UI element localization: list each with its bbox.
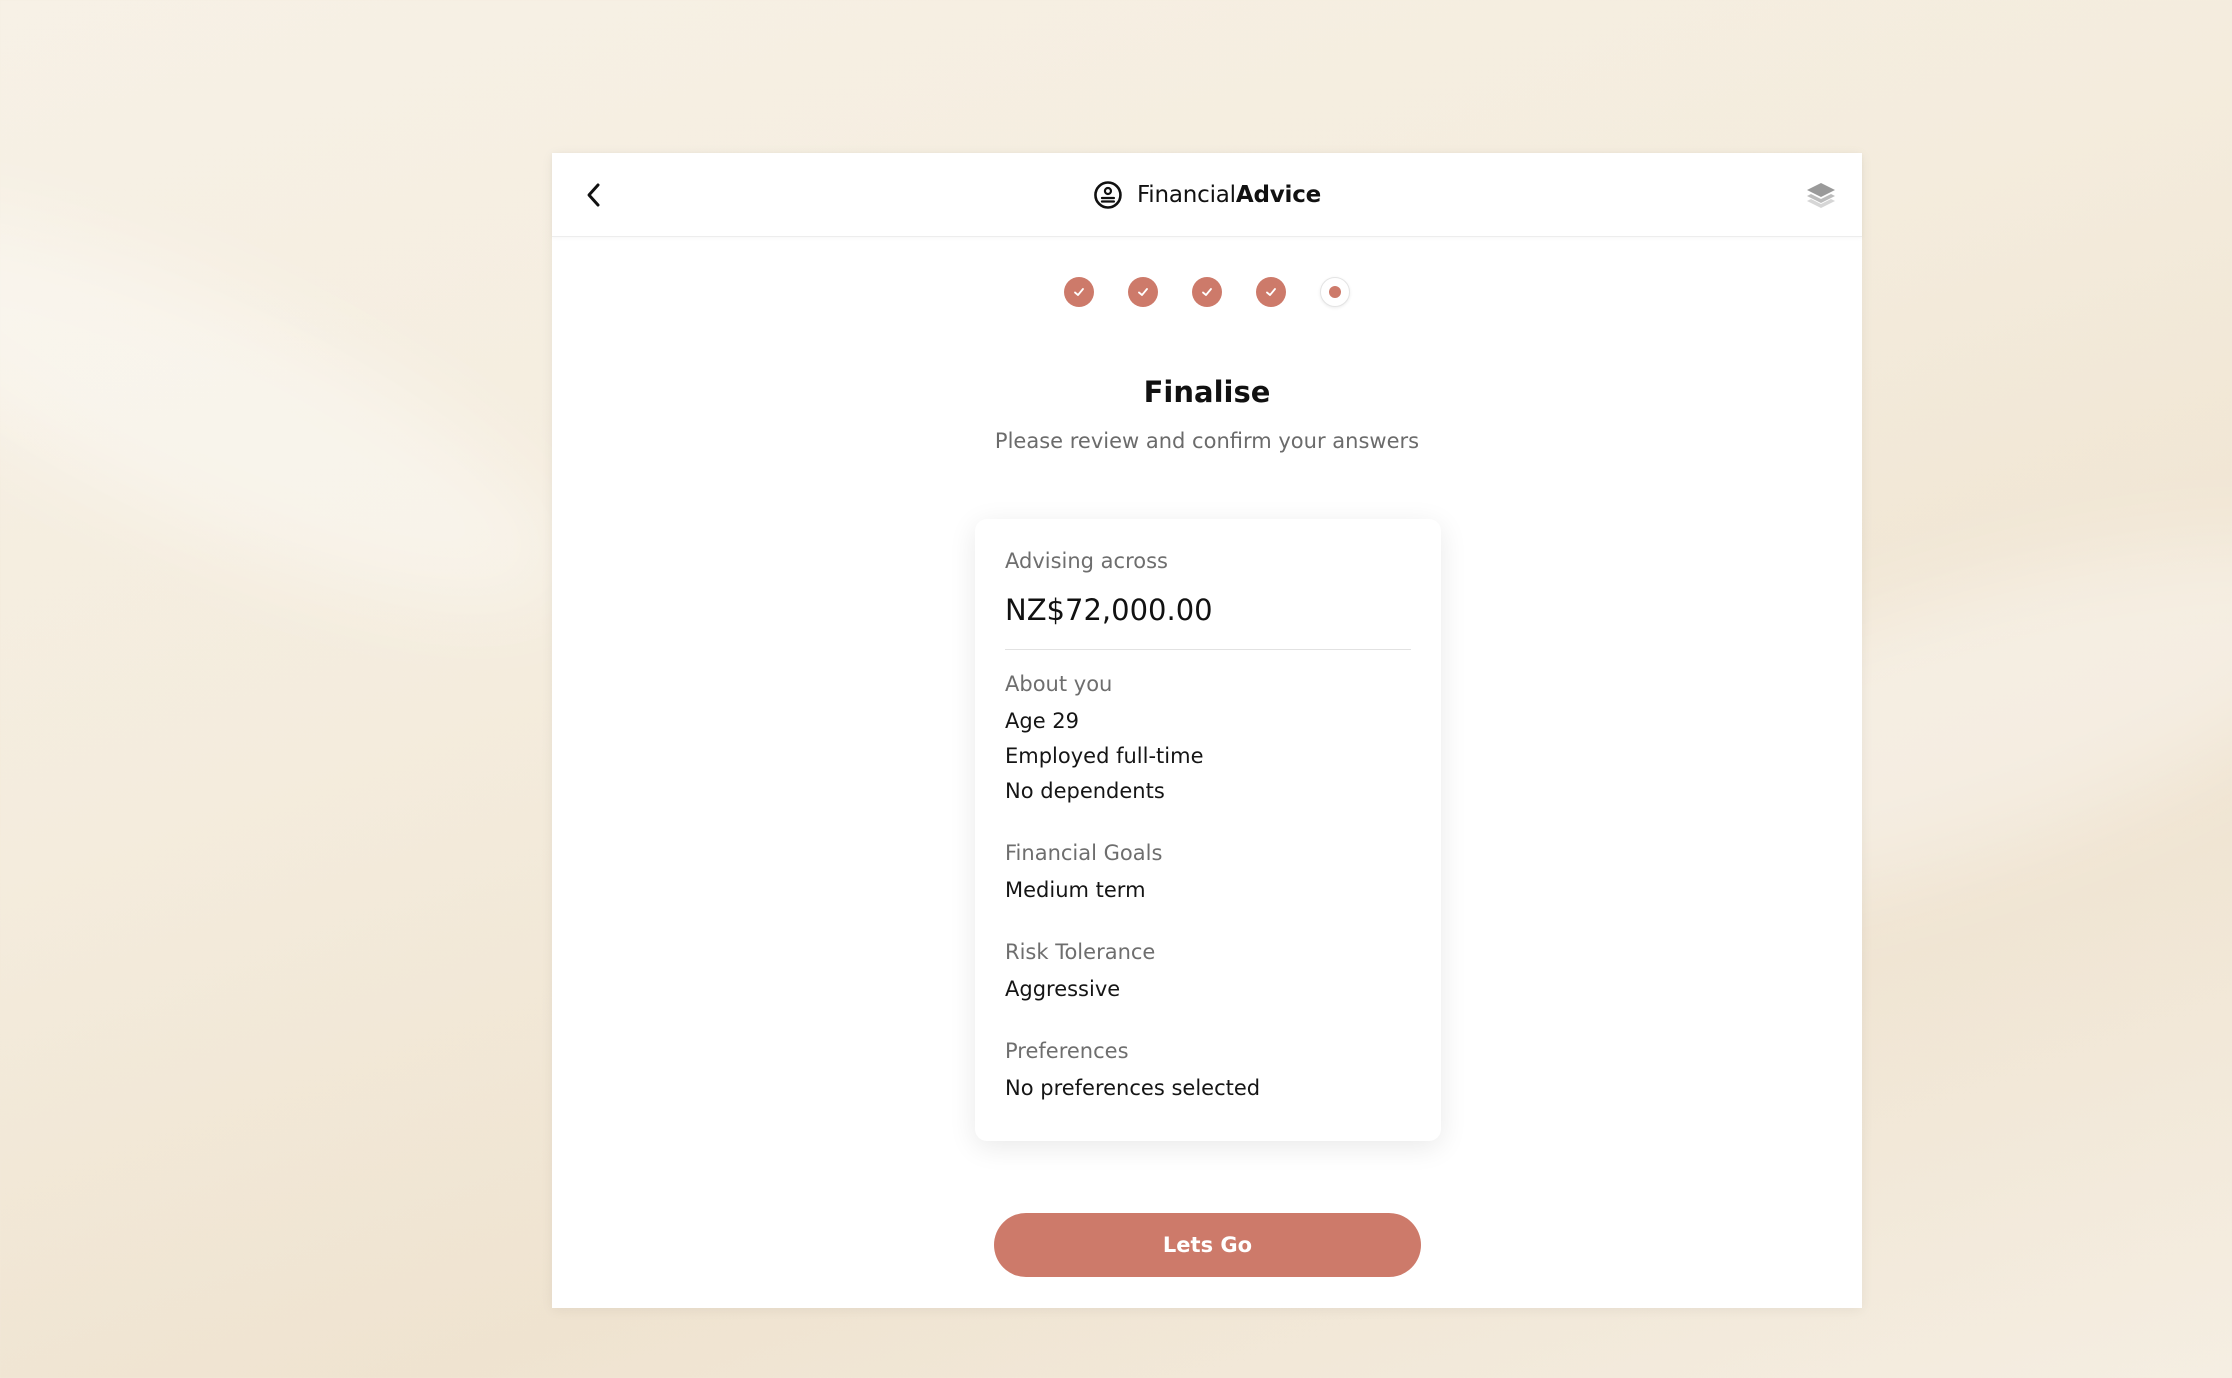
step-1-complete (1064, 277, 1094, 307)
page-title: Finalise (1143, 375, 1271, 409)
step-2-complete (1128, 277, 1158, 307)
smiley-coin-icon (1094, 181, 1122, 209)
step-4-complete (1256, 277, 1286, 307)
advising-amount: NZ$72,000.00 (1005, 593, 1213, 627)
section-value: Medium term (1005, 878, 1146, 902)
section-value: No dependents (1005, 779, 1165, 803)
background-decoration (0, 141, 610, 679)
section-label: Financial Goals (1005, 841, 1163, 865)
lets-go-button[interactable]: Lets Go (994, 1213, 1421, 1277)
brand-name-regular: Financial (1136, 182, 1236, 208)
summary-section-financial-goals: Financial Goals Medium term (1005, 841, 1411, 908)
layers-button[interactable] (1800, 175, 1842, 217)
back-button[interactable] (574, 175, 614, 215)
check-icon (1266, 288, 1276, 296)
layers-icon (1807, 183, 1835, 208)
check-icon (1138, 288, 1148, 296)
app-window: FinancialAdvice Finalise Please review a… (552, 153, 1862, 1308)
page-subtitle: Please review and confirm your answers (994, 429, 1420, 453)
section-label: Risk Tolerance (1005, 940, 1156, 964)
step-3-complete (1192, 277, 1222, 307)
current-step-dot (1329, 286, 1341, 298)
summary-section-about-you: About you Age 29 Employed full-time No d… (1005, 672, 1411, 809)
summary-section-preferences: Preferences No preferences selected (1005, 1039, 1411, 1106)
summary-section-risk-tolerance: Risk Tolerance Aggressive (1005, 940, 1411, 1007)
brand-name: FinancialAdvice (1137, 182, 1321, 208)
progress-stepper (552, 277, 1862, 307)
section-value: Aggressive (1005, 977, 1121, 1001)
section-value: Employed full-time (1005, 744, 1204, 768)
section-value: Age 29 (1005, 709, 1080, 733)
brand-name-bold: Advice (1235, 182, 1322, 208)
top-bar: FinancialAdvice (552, 153, 1862, 237)
summary-card: Advising across NZ$72,000.00 About you A… (975, 519, 1441, 1141)
section-label: Preferences (1005, 1039, 1129, 1063)
step-5-current (1320, 277, 1350, 307)
check-icon (1074, 288, 1084, 296)
section-label: About you (1005, 672, 1113, 696)
advising-label: Advising across (1005, 549, 1168, 573)
chevron-left-icon (587, 183, 600, 207)
check-icon (1202, 288, 1212, 296)
divider (1005, 649, 1411, 650)
brand-logo: FinancialAdvice (1093, 153, 1321, 237)
section-value: No preferences selected (1005, 1076, 1261, 1100)
